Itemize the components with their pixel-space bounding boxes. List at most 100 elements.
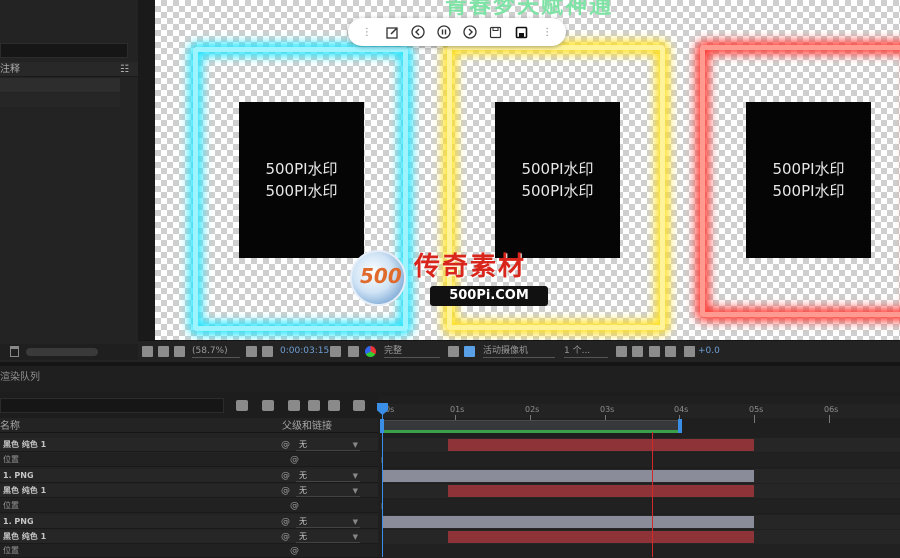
expression-pickwhip-icon[interactable]: @ bbox=[290, 453, 299, 467]
transparency-grid-icon[interactable] bbox=[448, 346, 459, 357]
tab-render-queue[interactable]: 渲染队列 bbox=[0, 366, 40, 390]
render-cache-indicator bbox=[383, 430, 679, 433]
composition-navigator-icon[interactable] bbox=[236, 400, 248, 411]
layer-duration-bar[interactable] bbox=[383, 470, 754, 482]
parent-value: 无 bbox=[299, 471, 307, 480]
toggle-view-icon[interactable] bbox=[649, 346, 660, 357]
photo-placeholder: 500PI水印 500PI水印 bbox=[239, 102, 364, 258]
save-as-icon[interactable] bbox=[513, 24, 529, 40]
composition-viewer[interactable]: 青春梦天赋神通 500PI水印 500PI水印 500PI水印 500PI水印 … bbox=[155, 0, 900, 340]
layer-name: 黑色 纯色 1 bbox=[3, 532, 47, 541]
property-row[interactable]: 位置 @ bbox=[0, 544, 378, 558]
project-column-header[interactable]: 注释 ☷ bbox=[0, 62, 138, 77]
more-icon[interactable]: ⋮ bbox=[539, 24, 555, 40]
time-ruler[interactable]: 0s 01s 02s 03s 04s 05s 06s bbox=[383, 404, 900, 423]
ruler-tick-label: 06s bbox=[824, 405, 839, 414]
exposure-value[interactable]: +0.0 bbox=[698, 345, 720, 358]
drag-handle-icon[interactable]: ⋮ bbox=[359, 24, 375, 40]
edit-icon[interactable] bbox=[385, 24, 401, 40]
current-time-indicator[interactable] bbox=[382, 404, 383, 557]
work-area-end-handle[interactable] bbox=[678, 419, 682, 433]
fit-icon[interactable] bbox=[246, 346, 257, 357]
resolution-select[interactable]: 完整 bbox=[384, 345, 440, 358]
pixel-aspect-icon[interactable] bbox=[616, 346, 627, 357]
pickwhip-icon[interactable]: @ bbox=[281, 530, 290, 544]
channel-rgb-icon[interactable] bbox=[365, 346, 376, 357]
chevron-down-icon: ▼ bbox=[352, 472, 358, 480]
parent-select[interactable]: 无 ▼ bbox=[296, 516, 360, 528]
parent-value: 无 bbox=[299, 440, 307, 449]
frame-blending-icon[interactable] bbox=[308, 400, 320, 411]
pickwhip-icon[interactable]: @ bbox=[281, 484, 290, 498]
panel-divider[interactable] bbox=[138, 0, 155, 362]
property-name: 位置 bbox=[3, 455, 19, 464]
parent-value: 无 bbox=[299, 517, 307, 526]
floating-toolbar: ⋮ ⋮ bbox=[348, 18, 566, 46]
brand-logo-number: 500 bbox=[360, 264, 402, 288]
grid-toggle-icon[interactable] bbox=[158, 346, 169, 357]
layer-name: 1. PNG bbox=[3, 517, 34, 526]
show-snapshot-icon[interactable] bbox=[348, 346, 359, 357]
project-scrollbar[interactable] bbox=[26, 348, 98, 356]
property-name: 位置 bbox=[3, 546, 19, 555]
parent-select[interactable]: 无 ▼ bbox=[296, 531, 360, 543]
property-row[interactable]: 位置 @ bbox=[0, 499, 378, 513]
parent-select[interactable]: 无 ▼ bbox=[296, 470, 360, 482]
snapshot-icon[interactable] bbox=[330, 346, 341, 357]
layer-duration-bar[interactable] bbox=[448, 439, 754, 451]
pickwhip-icon[interactable]: @ bbox=[281, 469, 290, 483]
pickwhip-icon[interactable]: @ bbox=[281, 438, 290, 452]
region-of-interest-icon[interactable] bbox=[262, 346, 273, 357]
zoom-select[interactable]: (58.7%) bbox=[192, 345, 240, 358]
watermark-text: 500PI水印 bbox=[521, 160, 594, 178]
project-footer bbox=[0, 344, 138, 360]
delete-icon[interactable] bbox=[10, 346, 19, 357]
ruler-tick-label: 04s bbox=[674, 405, 689, 414]
view-layout-select[interactable]: 1 个... bbox=[564, 345, 608, 358]
mask-visibility-icon[interactable] bbox=[174, 346, 185, 357]
brand-watermark: 500 传奇素材 500Pi.COM bbox=[350, 246, 550, 316]
reset-exposure-icon[interactable] bbox=[684, 346, 695, 357]
save-icon[interactable] bbox=[488, 24, 504, 40]
parent-select[interactable]: 无 ▼ bbox=[296, 439, 360, 451]
expression-pickwhip-icon[interactable]: @ bbox=[290, 499, 299, 513]
layer-row[interactable]: 黑色 纯色 1 @ 无 ▼ bbox=[0, 484, 378, 498]
project-search-input[interactable] bbox=[0, 43, 128, 58]
current-time-display[interactable]: 0:00:03:15 bbox=[280, 345, 329, 358]
draft-3d-icon[interactable] bbox=[262, 400, 274, 411]
previous-icon[interactable] bbox=[410, 24, 426, 40]
pause-icon[interactable] bbox=[436, 24, 452, 40]
layer-duration-bar[interactable] bbox=[448, 531, 754, 543]
layer-row[interactable]: 1. PNG @ 无 ▼ bbox=[0, 515, 378, 529]
draft-3d-icon[interactable] bbox=[665, 346, 676, 357]
parent-select[interactable]: 无 ▼ bbox=[296, 485, 360, 497]
layer-row[interactable]: 黑色 纯色 1 @ 无 ▼ bbox=[0, 530, 378, 544]
column-parent[interactable]: 父级和链接 bbox=[282, 420, 332, 433]
layer-duration-bar[interactable] bbox=[448, 485, 754, 497]
shy-layers-icon[interactable] bbox=[288, 400, 300, 411]
parent-value: 无 bbox=[299, 532, 307, 541]
timeline-search-input[interactable] bbox=[0, 398, 224, 413]
ruler-tick bbox=[754, 415, 755, 423]
track-row bbox=[383, 453, 900, 467]
layer-row[interactable]: 黑色 纯色 1 @ 无 ▼ bbox=[0, 438, 378, 452]
fast-preview-icon[interactable] bbox=[464, 346, 475, 357]
expression-pickwhip-icon[interactable]: @ bbox=[290, 544, 299, 558]
photo-placeholder: 500PI水印 500PI水印 bbox=[746, 102, 871, 258]
3d-view-icon[interactable] bbox=[632, 346, 643, 357]
project-row[interactable] bbox=[0, 93, 120, 107]
property-row[interactable]: 位置 @ bbox=[0, 453, 378, 467]
always-preview-icon[interactable] bbox=[142, 346, 153, 357]
motion-blur-icon[interactable] bbox=[328, 400, 340, 411]
parent-value: 无 bbox=[299, 486, 307, 495]
hierarchy-icon[interactable]: ☷ bbox=[120, 62, 129, 77]
graph-editor-icon[interactable] bbox=[353, 400, 365, 411]
layer-duration-bar[interactable] bbox=[383, 516, 754, 528]
project-row[interactable] bbox=[0, 78, 120, 92]
next-icon[interactable] bbox=[462, 24, 478, 40]
track-row bbox=[383, 544, 900, 558]
pickwhip-icon[interactable]: @ bbox=[281, 515, 290, 529]
column-name[interactable]: 名称 bbox=[0, 420, 20, 433]
camera-select[interactable]: 活动摄像机 bbox=[483, 345, 555, 358]
layer-row[interactable]: 1. PNG @ 无 ▼ bbox=[0, 469, 378, 483]
